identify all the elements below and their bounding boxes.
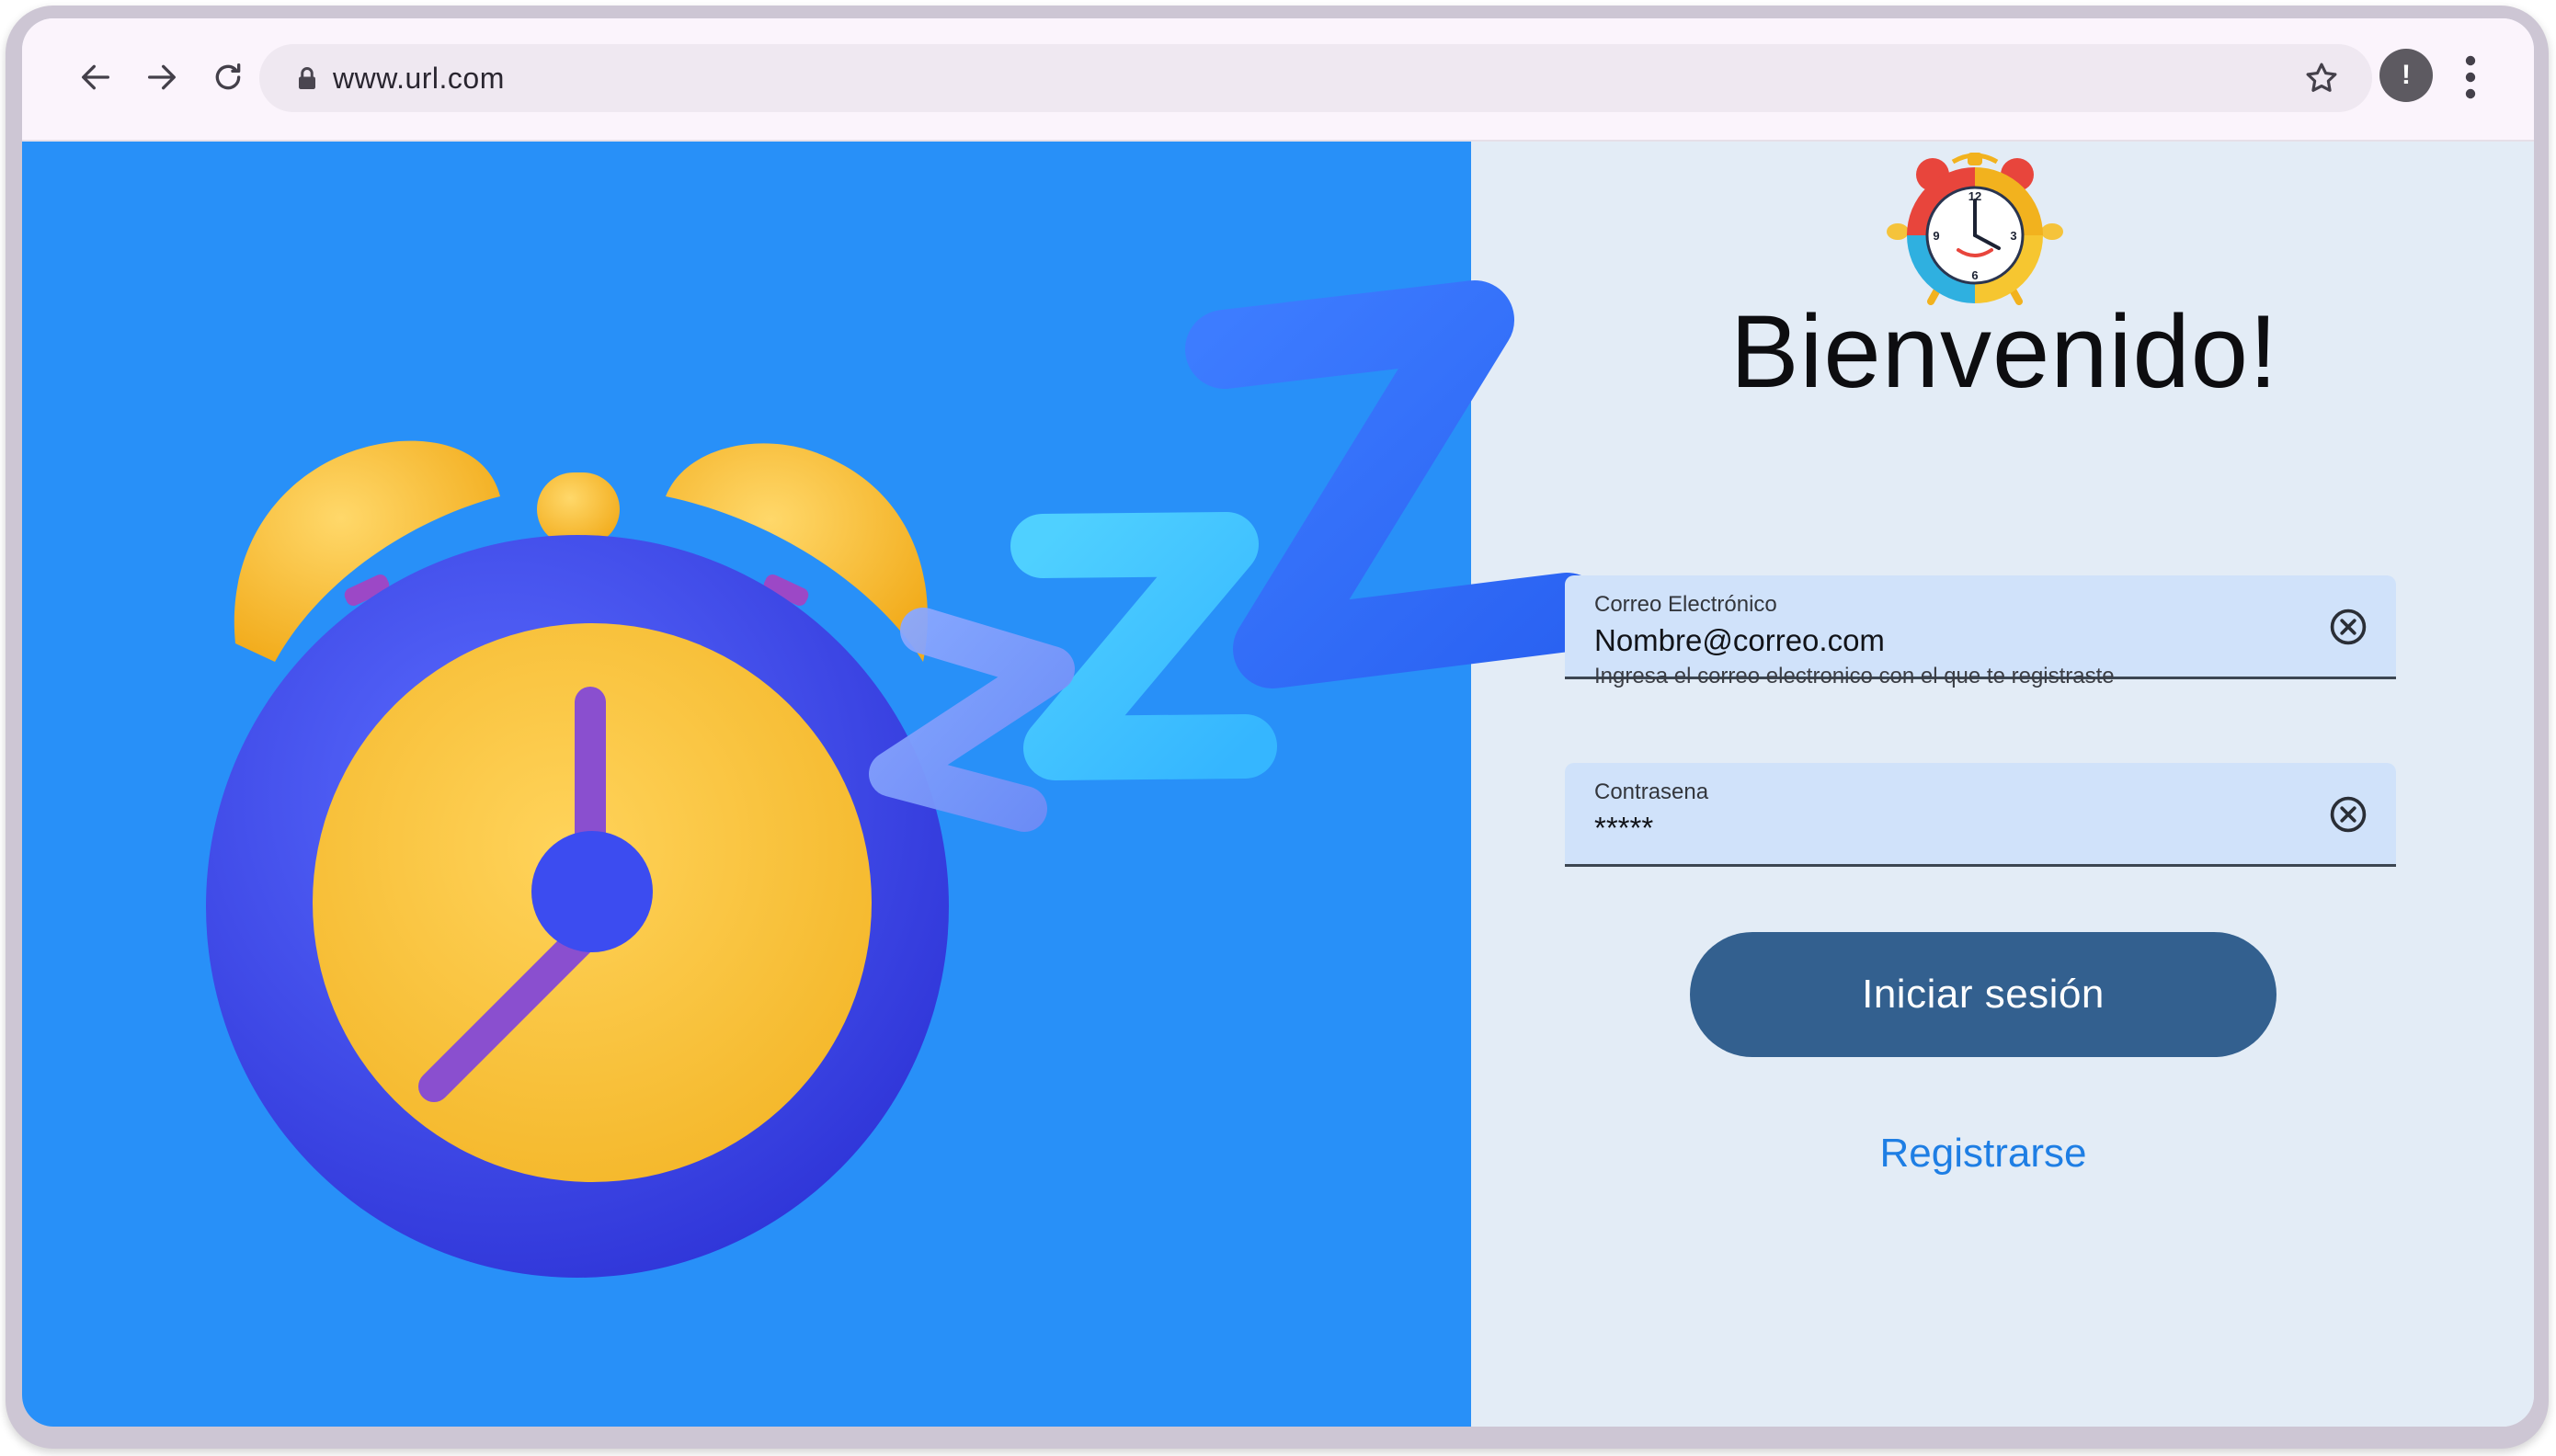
register-link[interactable]: Registrarse — [1690, 1131, 2276, 1177]
clock-top-knob — [537, 472, 620, 546]
welcome-title: Bienvenido! — [1729, 294, 2279, 409]
z-letter-medium — [1010, 512, 1277, 780]
email-helper-text: Ingresa el correo electronico con el que… — [1594, 664, 2115, 688]
clock-center — [531, 831, 653, 952]
email-value[interactable]: Nombre@correo.com — [1594, 623, 1885, 658]
svg-text:6: 6 — [1971, 268, 1978, 282]
z-letter-small — [869, 608, 1075, 832]
password-value[interactable]: ***** — [1594, 811, 1653, 846]
app-logo: 12 3 6 9 — [1887, 153, 2063, 305]
password-label: Contrasena — [1594, 779, 1709, 804]
svg-text:12: 12 — [1968, 189, 1981, 203]
password-field[interactable]: Contrasena ***** — [1565, 763, 2396, 867]
login-button[interactable]: Iniciar sesión — [1690, 932, 2276, 1057]
svg-text:9: 9 — [1933, 229, 1939, 243]
circle-x-icon[interactable] — [2328, 794, 2368, 835]
browser-window: www.url.com ! 12 3 6 9 — [22, 18, 2534, 1427]
alarm-clock-illustration — [206, 280, 1606, 1278]
circle-x-icon[interactable] — [2328, 607, 2368, 647]
svg-text:3: 3 — [2010, 229, 2016, 243]
email-label: Correo Electrónico — [1594, 592, 1777, 617]
